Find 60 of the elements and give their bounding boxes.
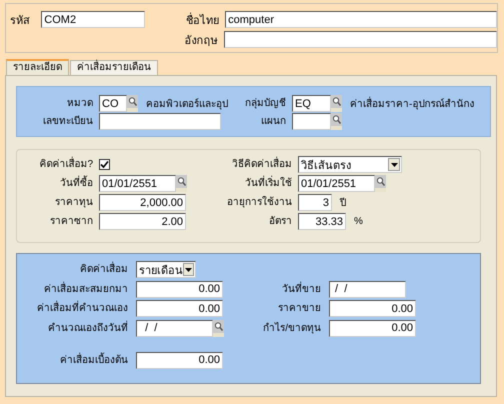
dropdown[interactable]: วิธีเส้นตรง (298, 156, 402, 173)
field-label: ราคาซาก (49, 215, 93, 229)
field-label: ค่าเสื่อมที่คำนวณเอง (20, 300, 128, 317)
input-field[interactable]: 0.00 (329, 300, 416, 317)
input-field[interactable]: 0.00 (136, 280, 223, 298)
input-field[interactable]: computer (225, 11, 497, 28)
field-text: ค่าเสื่อมราคา-อุปกรณ์สำนักง (350, 96, 474, 111)
tab[interactable]: รายละเอียด (6, 59, 69, 75)
field-label: คำนวณเองถึงวันที่ (47, 320, 128, 336)
input-field[interactable] (224, 31, 497, 48)
field-label: รหัส (10, 14, 31, 28)
field-label: อังกฤษ (184, 34, 219, 48)
input-field[interactable] (99, 113, 221, 130)
field-label: อัตรา (268, 215, 292, 229)
input-field[interactable]: / / (136, 320, 213, 336)
field-label: คิดค่าเสื่อม? (20, 156, 93, 173)
field-label: วันที่เริ่มใช้ (222, 175, 292, 192)
search-button[interactable] (176, 175, 187, 192)
input-field[interactable]: 0.00 (136, 352, 223, 368)
input-field[interactable]: 3 (298, 194, 332, 211)
input-field[interactable]: 0.00 (329, 320, 416, 336)
field-label: ค่าเสื่อมเบื้องต้น (59, 352, 128, 368)
field-label: กำไร/ขาดทุน (262, 321, 321, 336)
tab[interactable]: ค่าเสื่อมรายเดือน (70, 60, 158, 75)
field-label: วันที่ขาย (281, 280, 321, 296)
input-field[interactable]: 01/01/2551 (99, 175, 176, 192)
field-label: แผนก (260, 115, 286, 129)
input-field[interactable]: 0.00 (136, 300, 223, 317)
field-label: วันที่ซื้อ (20, 175, 93, 192)
field-label: ค่าเสื่อมสะสมยกมา (43, 280, 128, 296)
search-button[interactable] (127, 95, 138, 112)
input-field[interactable]: 01/01/2551 (298, 175, 375, 192)
field-label: ราคาทุน (54, 196, 93, 210)
input-field[interactable]: 2.00 (99, 213, 186, 230)
input-field[interactable]: 2,000.00 (99, 194, 186, 211)
search-button[interactable] (213, 320, 224, 336)
search-button[interactable] (375, 175, 386, 192)
search-button[interactable] (331, 95, 342, 112)
input-field[interactable] (292, 113, 331, 130)
field-text: ปี (340, 196, 346, 210)
caret-icon (390, 162, 398, 166)
field-text: คอมพิวเตอร์และอุป (146, 97, 228, 111)
checkbox[interactable] (99, 159, 110, 170)
field-label: วิธีคิดค่าเสื่อม (222, 156, 292, 173)
field-label: อายุการใช้งาน (226, 195, 292, 210)
field-label: คิดค่าเสื่อม (20, 261, 128, 278)
field-label: ชื่อไทย (185, 12, 220, 28)
input-field[interactable]: COM2 (41, 11, 146, 28)
field-label: หมวด (66, 97, 93, 111)
field-label: เลขทะเบียน (42, 114, 93, 129)
input-field[interactable]: 33.33 (298, 213, 346, 230)
field-label: กลุ่มบัญชี (244, 96, 286, 111)
dropdown[interactable]: รายเดือน (136, 261, 196, 278)
search-button[interactable] (331, 113, 342, 130)
input-field[interactable]: CO (99, 95, 127, 112)
input-field[interactable]: EQ (292, 95, 331, 112)
input-field[interactable]: / / (329, 280, 406, 298)
caret-icon (185, 268, 192, 272)
field-label: ราคาขาย (277, 302, 321, 316)
field-text: % (354, 216, 363, 227)
